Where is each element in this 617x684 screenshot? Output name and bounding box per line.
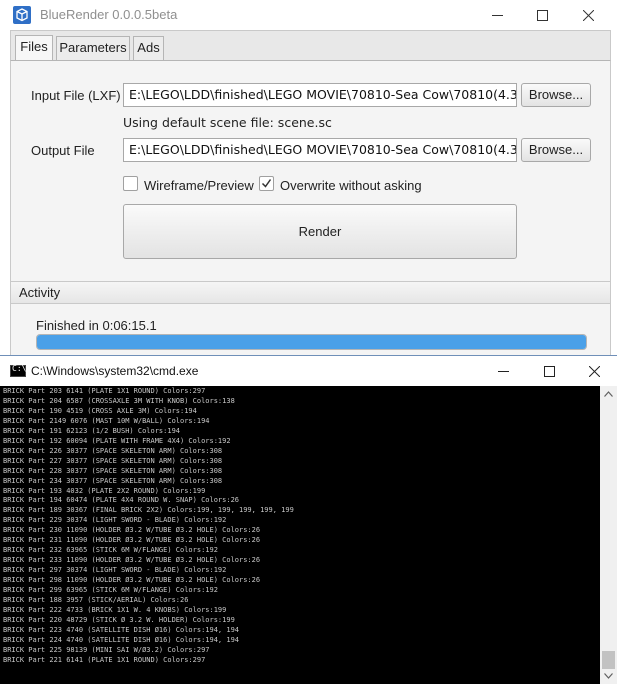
console-scrollbar[interactable]	[600, 386, 617, 684]
render-button[interactable]: Render	[123, 204, 517, 259]
close-icon	[583, 10, 594, 21]
console-line: BRICK Part 227 30377 (SPACE SKELETON ARM…	[3, 456, 223, 465]
console-line: BRICK Part 221 6141 (PLATE 1X1 ROUND) Co…	[3, 655, 206, 664]
console-line: BRICK Part 299 63965 (STICK 6M W/FLANGE)…	[3, 586, 218, 595]
bluerender-window: BlueRender 0.0.0.5beta Files Parameters …	[0, 0, 617, 360]
input-browse-button[interactable]: Browse...	[521, 83, 591, 107]
tab-ads[interactable]: Ads	[133, 36, 164, 60]
output-file-field[interactable]: E:\LEGO\LDD\finished\LEGO MOVIE\70810-Se…	[123, 138, 517, 162]
console-line: BRICK Part 228 30377 (SPACE SKELETON ARM…	[3, 466, 223, 475]
console-line: BRICK Part 222 4733 (BRICK 1X1 W. 4 KNOB…	[3, 605, 227, 614]
status-text: Finished in 0:06:15.1	[36, 318, 157, 333]
cmd-titlebar[interactable]: C:\ C:\Windows\system32\cmd.exe	[0, 356, 617, 386]
maximize-button[interactable]	[519, 0, 565, 30]
console-line: BRICK Part 232 63965 (STICK 6M W/FLANGE)…	[3, 546, 218, 555]
console-line: BRICK Part 224 4740 (SATELLITE DISH Ø16)…	[3, 635, 240, 644]
wireframe-label[interactable]: Wireframe/Preview	[144, 178, 254, 193]
tab-strip: Files Parameters Ads	[10, 30, 611, 62]
console-line: BRICK Part 189 30367 (FINAL BRICK 2X2) C…	[3, 506, 294, 515]
tab-files[interactable]: Files	[15, 35, 53, 62]
console-line: BRICK Part 191 62123 (1/2 BUSH) Colors:1…	[3, 426, 181, 435]
console-line: BRICK Part 225 98139 (MINI SAI W/Ø3.2) C…	[3, 645, 210, 654]
minimize-icon	[498, 371, 509, 372]
tab-parameters[interactable]: Parameters	[56, 36, 130, 60]
scroll-down-button[interactable]	[600, 668, 617, 684]
input-file-field[interactable]: E:\LEGO\LDD\finished\LEGO MOVIE\70810-Se…	[123, 83, 517, 107]
cmd-maximize-button[interactable]	[526, 356, 572, 386]
console-line: BRICK Part 203 6141 (PLATE 1X1 ROUND) Co…	[3, 387, 206, 395]
wireframe-checkbox[interactable]	[123, 176, 138, 191]
output-file-label: Output File	[31, 143, 95, 158]
console-line: BRICK Part 192 60094 (PLATE WITH FRAME 4…	[3, 436, 231, 445]
chevron-up-icon	[604, 391, 613, 397]
cmd-close-button[interactable]	[571, 356, 617, 386]
console-line: BRICK Part 204 6587 (CROSSAXLE 3M WITH K…	[3, 396, 235, 405]
app-titlebar[interactable]: BlueRender 0.0.0.5beta	[0, 0, 617, 30]
activity-header[interactable]: Activity	[11, 281, 610, 304]
console-line: BRICK Part 233 11090 (HOLDER Ø3.2 W/TUBE…	[3, 556, 261, 565]
input-file-label: Input File (LXF)	[31, 88, 121, 103]
maximize-icon	[544, 366, 555, 377]
app-title: BlueRender 0.0.0.5beta	[40, 7, 178, 22]
scene-info-text: Using default scene file: scene.sc	[123, 115, 332, 130]
maximize-icon	[537, 10, 548, 21]
progress-fill	[37, 335, 586, 349]
console-line: BRICK Part 230 11090 (HOLDER Ø3.2 W/TUBE…	[3, 526, 261, 535]
console-line: BRICK Part 194 60474 (PLATE 4X4 ROUND W.…	[3, 496, 240, 505]
scroll-thumb[interactable]	[602, 651, 615, 669]
chevron-down-icon	[604, 673, 613, 679]
console-icon: C:\	[10, 364, 26, 377]
overwrite-checkbox[interactable]	[259, 176, 274, 191]
cmd-window: C:\ C:\Windows\system32\cmd.exe BRICK Pa…	[0, 355, 617, 684]
cmd-title: C:\Windows\system32\cmd.exe	[31, 364, 199, 378]
console-line: BRICK Part 229 30374 (LIGHT SWORD - BLAD…	[3, 516, 227, 525]
cmd-minimize-button[interactable]	[480, 356, 526, 386]
overwrite-label[interactable]: Overwrite without asking	[280, 178, 422, 193]
console-line: BRICK Part 298 11090 (HOLDER Ø3.2 W/TUBE…	[3, 576, 261, 585]
console-line: BRICK Part 223 4740 (SATELLITE DISH Ø16)…	[3, 625, 240, 634]
console-line: BRICK Part 297 30374 (LIGHT SWORD - BLAD…	[3, 566, 227, 575]
progress-bar	[36, 334, 587, 350]
checkmark-icon	[261, 179, 272, 188]
output-browse-button[interactable]: Browse...	[521, 138, 591, 162]
console-line: BRICK Part 226 30377 (SPACE SKELETON ARM…	[3, 446, 223, 455]
console-line: BRICK Part 220 48729 (STICK Ø 3.2 W. HOL…	[3, 615, 235, 624]
close-button[interactable]	[565, 0, 611, 30]
console-line: BRICK Part 234 30377 (SPACE SKELETON ARM…	[3, 476, 223, 485]
close-icon	[589, 366, 600, 377]
console-line: BRICK Part 193 4032 (PLATE 2X2 ROUND) Co…	[3, 486, 206, 495]
console-line: BRICK Part 190 4519 (CROSS AXLE 3M) Colo…	[3, 406, 197, 415]
scroll-up-button[interactable]	[600, 386, 617, 403]
console-line: BRICK Part 231 11090 (HOLDER Ø3.2 W/TUBE…	[3, 536, 261, 545]
minimize-button[interactable]	[474, 0, 520, 30]
minimize-icon	[492, 15, 503, 16]
bluerender-cube-icon	[13, 6, 31, 24]
console-line: BRICK Part 2149 6076 (MAST 10M W/BALL) C…	[3, 416, 210, 425]
console-line: BRICK Part 188 3957 (STICK/AERIAL) Color…	[3, 596, 189, 605]
console-output[interactable]: BRICK Part 203 6141 (PLATE 1X1 ROUND) Co…	[0, 386, 600, 684]
